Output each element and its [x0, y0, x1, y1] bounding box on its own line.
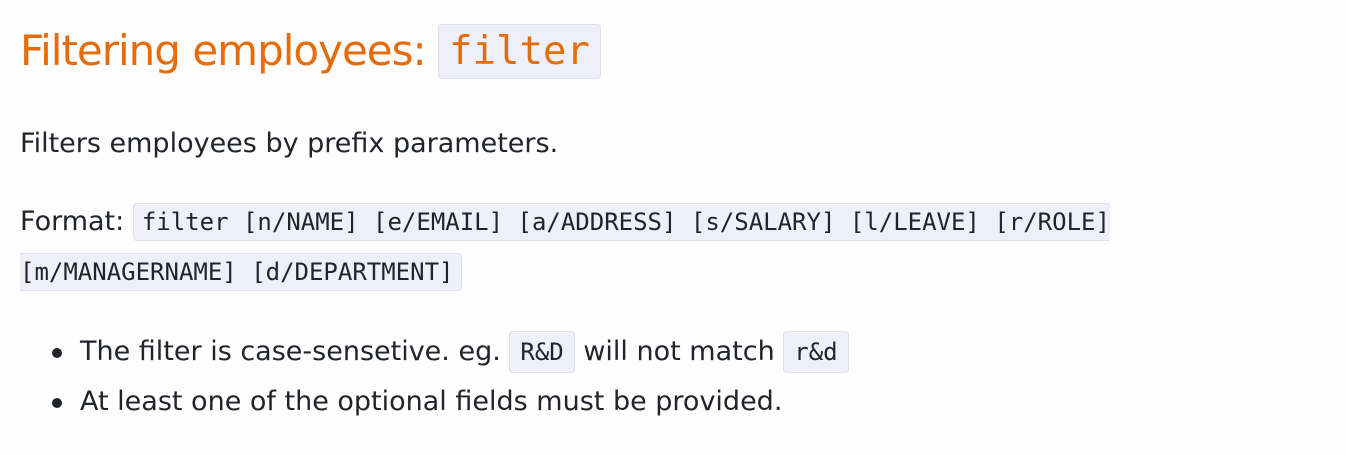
- page-title-text: Filtering employees:: [20, 26, 439, 75]
- note-text: will not match: [574, 336, 784, 367]
- note-text: The filter is case-sensetive. eg.: [80, 336, 510, 367]
- format-label: Format:: [20, 206, 133, 237]
- list-item: The filter is case-sensetive. eg. R&D wi…: [52, 327, 849, 377]
- note-text: At least one of the optional fields must…: [80, 386, 783, 417]
- notes-list: The filter is case-sensetive. eg. R&D wi…: [20, 327, 849, 427]
- format-line: Format: filter [n/NAME] [e/EMAIL] [a/ADD…: [20, 197, 1260, 297]
- command-code: filter: [438, 24, 601, 79]
- list-item: At least one of the optional fields must…: [52, 377, 849, 427]
- format-code: filter [n/NAME] [e/EMAIL] [a/ADDRESS] [s…: [20, 203, 1110, 291]
- bullet-icon: [52, 348, 62, 358]
- page-title: Filtering employees: filter: [20, 21, 601, 83]
- description-text: Filters employees by prefix parameters.: [20, 128, 559, 159]
- inline-code: R&D: [509, 331, 575, 373]
- bullet-icon: [52, 398, 62, 408]
- inline-code: r&d: [783, 331, 849, 373]
